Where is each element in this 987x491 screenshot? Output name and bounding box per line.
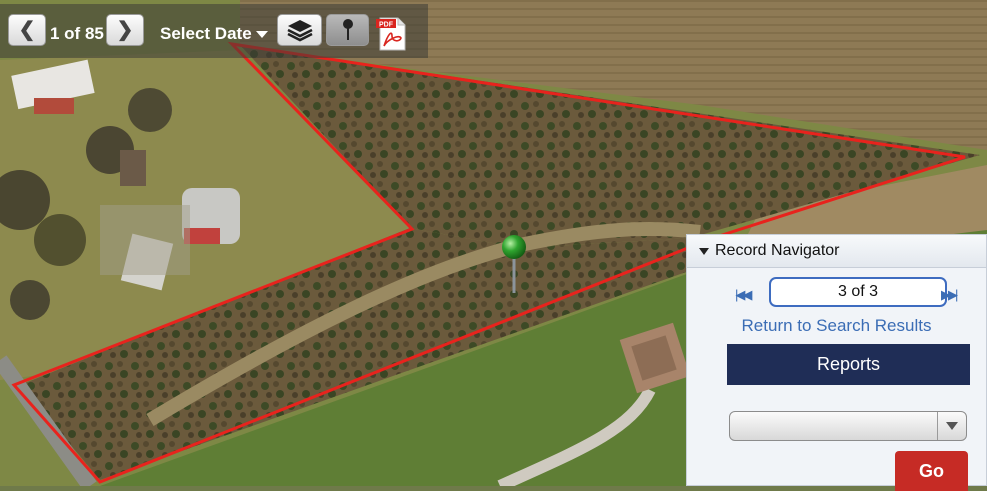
- layers-icon: [286, 20, 313, 42]
- layers-button[interactable]: [277, 14, 322, 46]
- record-navigator-title: Record Navigator: [715, 242, 840, 259]
- last-record-icon[interactable]: ▶▶|: [941, 287, 958, 303]
- return-to-search-results-link[interactable]: Return to Search Results: [687, 316, 986, 336]
- page-count: 1 of 85: [50, 24, 104, 43]
- record-navigator-header[interactable]: Record Navigator: [687, 235, 986, 268]
- pushpin-button[interactable]: [326, 14, 369, 46]
- caret-down-icon: [255, 31, 268, 39]
- pdf-icon: PDF: [376, 17, 406, 51]
- pdf-export-button[interactable]: PDF: [374, 16, 410, 52]
- record-navigator-panel: Record Navigator |◀◀ 3 of 3 ▶▶| Return t…: [686, 234, 987, 491]
- next-button[interactable]: ❯: [106, 14, 144, 46]
- record-counter-input[interactable]: 3 of 3: [769, 277, 947, 307]
- dropdown-arrow-box: [937, 412, 966, 440]
- report-select-dropdown[interactable]: [729, 411, 967, 441]
- chevron-left-icon: ❮: [18, 19, 36, 41]
- map-toolbar: ❮ 1 of 85 ❯ Select Date PDF: [0, 4, 428, 58]
- go-button[interactable]: Go: [895, 451, 968, 491]
- chevron-right-icon: ❯: [116, 19, 134, 41]
- previous-button[interactable]: ❮: [8, 14, 46, 46]
- collapse-triangle-icon: [699, 247, 709, 255]
- pushpin-icon: [342, 19, 353, 40]
- reports-button[interactable]: Reports: [727, 344, 970, 385]
- first-record-icon[interactable]: |◀◀: [735, 287, 752, 303]
- chevron-down-icon: [946, 422, 958, 430]
- pdf-icon-text: PDF: [379, 22, 394, 29]
- select-date-dropdown[interactable]: Select Date: [160, 24, 268, 44]
- select-date-label: Select Date: [160, 24, 252, 43]
